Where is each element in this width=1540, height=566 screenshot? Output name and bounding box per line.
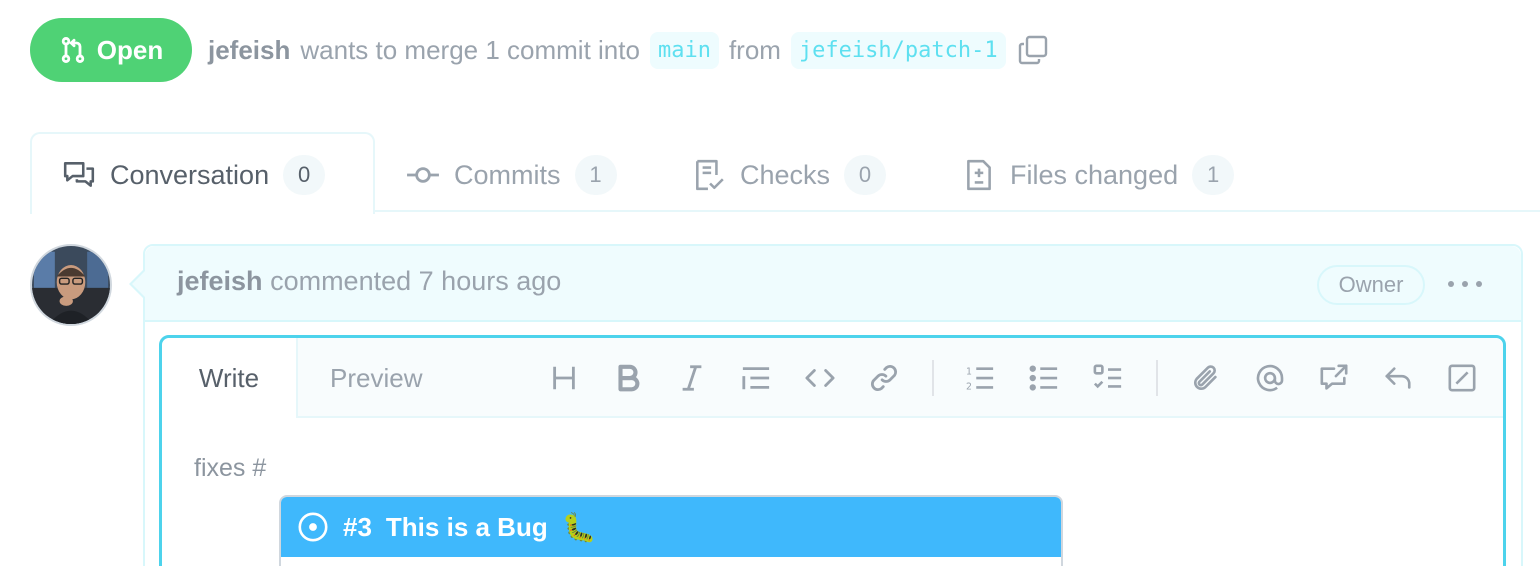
tab-counter: 1 bbox=[1192, 155, 1235, 195]
tab-label: Conversation bbox=[110, 159, 270, 190]
issue-title: This is a Bug bbox=[385, 511, 548, 542]
tabs-divider bbox=[374, 210, 1540, 212]
tab-write[interactable]: Write bbox=[162, 338, 298, 418]
toolbar-divider bbox=[1156, 360, 1158, 396]
paperclip-icon bbox=[1193, 365, 1217, 391]
git-commit-icon bbox=[407, 167, 439, 183]
file-diff-icon bbox=[967, 159, 991, 191]
attach-button[interactable] bbox=[1188, 360, 1224, 396]
tab-preview[interactable]: Preview bbox=[330, 338, 422, 418]
head-branch-label[interactable]: jefeish/patch-1 bbox=[790, 31, 1006, 69]
pr-state-badge: Open bbox=[30, 18, 192, 82]
code-icon bbox=[805, 369, 835, 387]
comment-action: commented bbox=[270, 266, 412, 296]
quote-button[interactable] bbox=[738, 360, 774, 396]
comment-discussion-icon bbox=[63, 162, 95, 187]
unordered-list-icon bbox=[1029, 365, 1058, 391]
issue-opened-icon bbox=[298, 512, 328, 542]
task-list-button[interactable] bbox=[1090, 360, 1126, 396]
tab-counter: 1 bbox=[574, 155, 617, 195]
checklist-icon bbox=[696, 159, 724, 191]
cross-reference-icon bbox=[1320, 364, 1348, 390]
tab-counter: 0 bbox=[283, 155, 326, 195]
quote-icon bbox=[742, 367, 770, 390]
copy-branch-button[interactable] bbox=[1016, 33, 1050, 67]
link-icon bbox=[870, 364, 898, 392]
link-button[interactable] bbox=[866, 360, 902, 396]
editor-toolbar: Write Preview 12 bbox=[162, 338, 1503, 418]
comment-meta: jefeish commented 7 hours ago bbox=[177, 266, 561, 297]
avatar[interactable] bbox=[30, 244, 112, 326]
issue-suggestion-list: #3 This is a Bug 🐛 bbox=[279, 495, 1063, 566]
pr-author-link[interactable]: jefeish bbox=[208, 35, 290, 66]
italic-icon bbox=[682, 365, 702, 391]
git-pull-request-icon bbox=[61, 37, 84, 63]
reply-button[interactable] bbox=[1380, 360, 1416, 396]
reply-icon bbox=[1385, 367, 1411, 389]
tab-commits[interactable]: Commits 1 bbox=[406, 152, 617, 198]
svg-text:1: 1 bbox=[966, 366, 972, 377]
merge-summary: jefeish wants to merge 1 commit into mai… bbox=[208, 28, 1050, 72]
kebab-horizontal-icon bbox=[1448, 281, 1482, 287]
copy-icon bbox=[1018, 35, 1047, 65]
issue-number: #3 bbox=[343, 511, 372, 542]
owner-badge: Owner bbox=[1317, 265, 1425, 305]
tab-label: Files changed bbox=[1010, 159, 1179, 190]
comment-options-button[interactable] bbox=[1447, 270, 1483, 298]
italic-button[interactable] bbox=[674, 360, 710, 396]
ordered-list-icon: 12 bbox=[966, 366, 994, 392]
bold-icon bbox=[618, 364, 640, 392]
tab-checks[interactable]: Checks 0 bbox=[692, 152, 887, 198]
unordered-list-button[interactable] bbox=[1026, 360, 1062, 396]
comment-author-link[interactable]: jefeish bbox=[177, 266, 263, 296]
toolbar-divider bbox=[932, 360, 934, 396]
code-button[interactable] bbox=[802, 360, 838, 396]
cross-reference-button[interactable] bbox=[1316, 360, 1352, 396]
tab-counter: 0 bbox=[844, 155, 887, 195]
issue-suggestion-item[interactable]: #3 This is a Bug 🐛 bbox=[281, 497, 1061, 557]
task-list-icon bbox=[1093, 364, 1122, 389]
pr-state-label: Open bbox=[96, 34, 164, 65]
comment-arrow-inner bbox=[132, 270, 146, 298]
merge-text: wants to merge 1 commit into bbox=[300, 34, 640, 65]
tab-label: Commits bbox=[454, 159, 561, 190]
heading-icon bbox=[553, 366, 575, 390]
comment-timestamp[interactable]: 7 hours ago bbox=[419, 266, 562, 296]
comment-textarea[interactable]: fixes # bbox=[194, 454, 266, 483]
base-branch-label[interactable]: main bbox=[649, 31, 719, 69]
ordered-list-button[interactable]: 12 bbox=[962, 360, 998, 396]
bug-emoji-icon: 🐛 bbox=[561, 511, 597, 543]
comment-header: jefeish commented 7 hours ago Owner bbox=[145, 246, 1521, 322]
tab-label: Checks bbox=[740, 159, 831, 190]
mention-icon bbox=[1256, 364, 1284, 392]
svg-text:2: 2 bbox=[966, 381, 972, 392]
mention-button[interactable] bbox=[1252, 360, 1288, 396]
bold-button[interactable] bbox=[610, 360, 646, 396]
slash-command-button[interactable] bbox=[1444, 360, 1480, 396]
slash-icon bbox=[1448, 364, 1476, 392]
user-avatar-image bbox=[32, 246, 110, 324]
tab-conversation[interactable]: Conversation 0 bbox=[62, 152, 326, 198]
from-text: from bbox=[728, 34, 781, 65]
tab-files-changed[interactable]: Files changed 1 bbox=[962, 152, 1235, 198]
heading-button[interactable] bbox=[546, 360, 582, 396]
